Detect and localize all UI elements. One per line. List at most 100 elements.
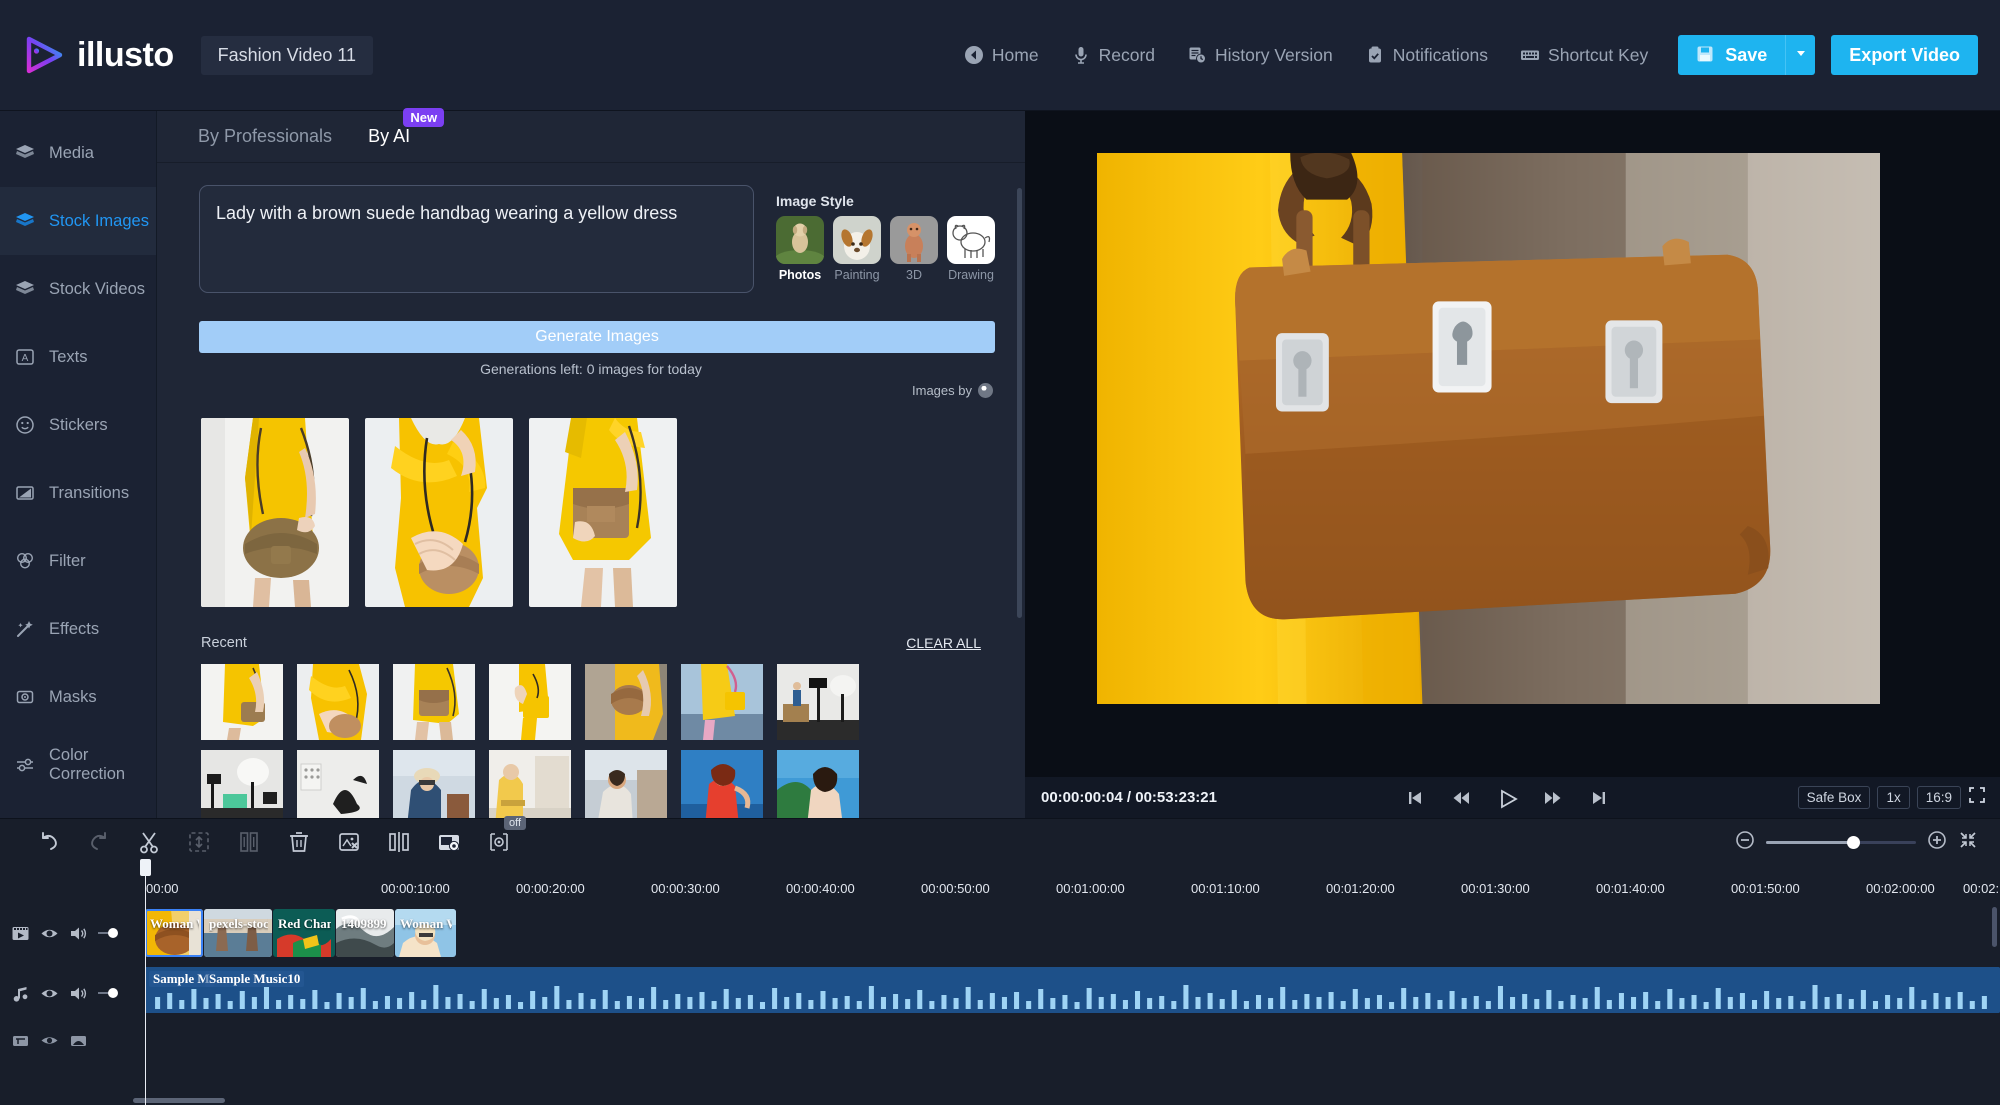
recent-item[interactable]: [585, 750, 667, 818]
film-strip-icon[interactable]: [11, 924, 30, 943]
prompt-row: Image Style Photos: [157, 185, 1025, 293]
style-option-painting[interactable]: Painting: [833, 216, 881, 282]
sidebar-item-stock-images[interactable]: Stock Images: [0, 187, 156, 255]
playback-speed-button[interactable]: 1x: [1877, 786, 1910, 809]
timeline-vertical-scrollbar[interactable]: [1992, 907, 1997, 947]
clip-label: Woman W: [400, 916, 452, 931]
recent-item[interactable]: [201, 750, 283, 818]
recent-item[interactable]: [297, 750, 379, 818]
step-forward-icon[interactable]: [1543, 788, 1563, 808]
timeline-horizontal-scrollbar[interactable]: [133, 1098, 225, 1103]
video-volume-slider[interactable]: [98, 928, 118, 938]
sidebar-item-media[interactable]: Media: [0, 119, 156, 187]
sidebar-item-texts[interactable]: A Texts: [0, 323, 156, 391]
recent-item[interactable]: [585, 664, 667, 740]
text-track-icon[interactable]: [11, 1031, 30, 1050]
nav-notifications[interactable]: Notifications: [1349, 45, 1504, 66]
audio-track-lane[interactable]: Sample M Sample Music10: [115, 963, 2000, 1023]
clear-all-button[interactable]: CLEAR ALL: [906, 635, 981, 651]
style-thumb-photos: [776, 216, 824, 264]
style-option-photos[interactable]: Photos: [776, 216, 824, 282]
sidebar-item-stock-videos[interactable]: Stock Videos: [0, 255, 156, 323]
sidebar-item-stickers[interactable]: Stickers: [0, 391, 156, 459]
music-note-icon[interactable]: [11, 984, 30, 1003]
scissors-icon[interactable]: [136, 829, 162, 855]
recent-item[interactable]: [393, 750, 475, 818]
recent-item[interactable]: [393, 664, 475, 740]
zoom-slider-handle[interactable]: [1847, 835, 1860, 849]
export-video-button[interactable]: Export Video: [1831, 35, 1978, 75]
tab-by-professionals[interactable]: By Professionals: [198, 126, 332, 147]
video-clip[interactable]: Woman W: [145, 909, 203, 957]
save-dropdown-button[interactable]: [1785, 35, 1816, 75]
recent-item[interactable]: [681, 750, 763, 818]
recent-item[interactable]: [201, 664, 283, 740]
style-option-3d[interactable]: 3D: [890, 216, 938, 282]
minus-circle-icon[interactable]: [1735, 830, 1755, 855]
save-button[interactable]: Save: [1678, 35, 1786, 75]
generated-image-3[interactable]: [529, 418, 677, 607]
audio-volume-slider[interactable]: [98, 988, 118, 998]
tab-by-ai[interactable]: By AI New: [368, 108, 445, 147]
recent-item[interactable]: [297, 664, 379, 740]
timeline-zoom-slider[interactable]: [1766, 835, 1916, 849]
recent-item[interactable]: [489, 750, 571, 818]
eye-icon[interactable]: [40, 1031, 59, 1050]
play-icon[interactable]: [1497, 788, 1519, 809]
panel-scrollbar[interactable]: [1017, 163, 1022, 763]
eye-icon[interactable]: [40, 924, 59, 943]
fit-to-screen-icon[interactable]: [1958, 830, 1978, 855]
prompt-input[interactable]: [199, 185, 754, 293]
video-clip[interactable]: Red Chamele: [273, 909, 335, 957]
nav-record[interactable]: Record: [1055, 45, 1171, 66]
video-track-lane[interactable]: Woman W pexels-stock Red Chamele 1409899: [115, 903, 2000, 963]
speaker-icon[interactable]: [69, 924, 88, 943]
video-canvas[interactable]: [1097, 153, 1880, 704]
nav-history-version[interactable]: History Version: [1171, 45, 1349, 66]
brand-logo[interactable]: illusto: [20, 32, 174, 78]
playhead[interactable]: [140, 859, 151, 1105]
remove-background-icon[interactable]: [336, 829, 362, 855]
nav-shortcut-key[interactable]: Shortcut Key: [1504, 45, 1664, 66]
aspect-ratio-button[interactable]: 16:9: [1916, 786, 1961, 809]
recent-item[interactable]: [681, 664, 763, 740]
trash-icon[interactable]: [286, 829, 312, 855]
video-clip[interactable]: 1409899: [336, 909, 394, 957]
split-audio-icon[interactable]: [236, 829, 262, 855]
crop-resize-icon[interactable]: [186, 829, 212, 855]
preview-eye-icon[interactable]: off: [486, 816, 526, 855]
speaker-icon[interactable]: [69, 984, 88, 1003]
undo-icon[interactable]: [36, 829, 62, 855]
skip-start-icon[interactable]: [1405, 788, 1425, 808]
text-track-lane[interactable]: [115, 1023, 2000, 1057]
nav-home[interactable]: Home: [948, 45, 1055, 66]
recent-item[interactable]: [489, 664, 571, 740]
recent-item[interactable]: [777, 750, 859, 818]
plus-circle-icon[interactable]: [1927, 830, 1947, 855]
sidebar-item-masks[interactable]: Masks: [0, 663, 156, 731]
generated-image-1[interactable]: [201, 418, 349, 607]
style-option-drawing[interactable]: Drawing: [947, 216, 995, 282]
eye-icon[interactable]: [40, 984, 59, 1003]
fullscreen-icon[interactable]: [1968, 786, 1986, 809]
audio-clip[interactable]: Sample M Sample Music10: [145, 967, 2000, 1013]
redo-icon[interactable]: [86, 829, 112, 855]
skip-end-icon[interactable]: [1589, 788, 1609, 808]
generated-image-2[interactable]: [365, 418, 513, 607]
generate-images-button[interactable]: Generate Images: [199, 321, 995, 353]
sidebar-item-filter[interactable]: Filter: [0, 527, 156, 595]
video-clip[interactable]: pexels-stock: [204, 909, 272, 957]
sidebar-item-label: Color Correction: [49, 746, 126, 783]
sidebar-item-color-correction[interactable]: Color Correction: [0, 731, 156, 799]
step-back-icon[interactable]: [1451, 788, 1471, 808]
video-clip[interactable]: Woman W: [395, 909, 456, 957]
sticker-track-icon[interactable]: [69, 1031, 88, 1050]
sidebar-item-transitions[interactable]: Transitions: [0, 459, 156, 527]
sidebar-item-effects[interactable]: Effects: [0, 595, 156, 663]
project-name[interactable]: Fashion Video 11: [200, 35, 374, 75]
recent-item[interactable]: [777, 664, 859, 740]
timeline-ruler[interactable]: 00:00 00:00:10:00 00:00:20:00 00:00:30:0…: [0, 859, 2000, 1105]
safe-box-button[interactable]: Safe Box: [1797, 786, 1871, 809]
picture-in-picture-icon[interactable]: [436, 829, 462, 855]
mirror-flip-icon[interactable]: [386, 829, 412, 855]
